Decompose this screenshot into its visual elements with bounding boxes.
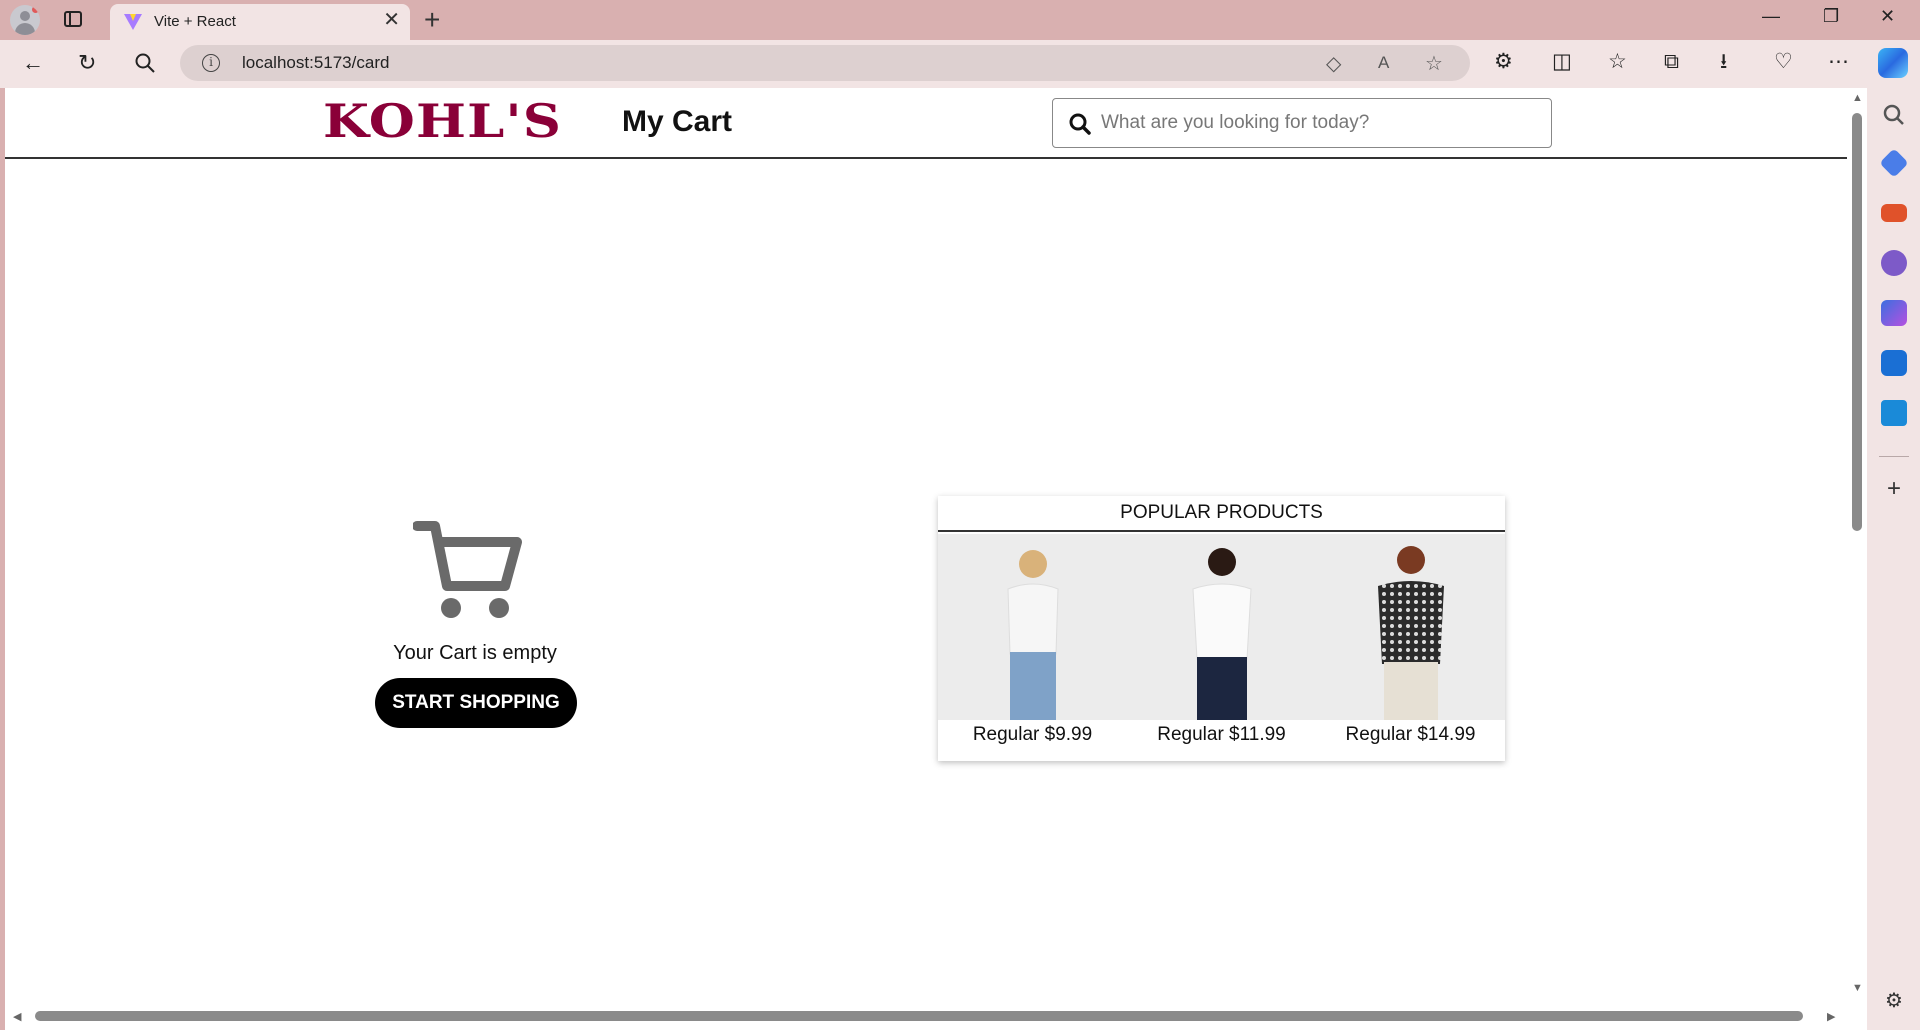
scroll-left-arrow[interactable]: ◀ bbox=[13, 1010, 21, 1023]
vertical-scrollbar[interactable]: ▲ ▼ bbox=[1847, 88, 1867, 1000]
scroll-down-arrow[interactable]: ▼ bbox=[1852, 982, 1863, 994]
downloads-icon[interactable]: ⭳ bbox=[1720, 49, 1727, 75]
add-sidebar-app-icon[interactable]: + bbox=[1881, 476, 1907, 502]
browser-toolbar: ← ↻ i localhost:5173/card ◇ A ☆ ⚙ ◫ ☆ ⧉ … bbox=[0, 40, 1920, 88]
send-drop-icon[interactable] bbox=[1881, 400, 1907, 426]
sidebar-search-icon[interactable] bbox=[1881, 102, 1907, 128]
games-icon[interactable] bbox=[1881, 250, 1907, 276]
product-image[interactable] bbox=[1127, 534, 1316, 720]
kohls-logo[interactable]: KOHL'S bbox=[323, 94, 562, 148]
vertical-scroll-thumb[interactable] bbox=[1852, 113, 1862, 531]
refresh-icon[interactable]: ↻ bbox=[78, 50, 96, 76]
favorite-star-icon[interactable]: ☆ bbox=[1425, 51, 1443, 76]
scroll-up-arrow[interactable]: ▲ bbox=[1852, 92, 1863, 104]
product-card[interactable]: Regular $9.99 bbox=[938, 534, 1127, 761]
product-card[interactable]: Regular $14.99 bbox=[1316, 534, 1505, 761]
read-aloud-icon[interactable]: A bbox=[1378, 53, 1389, 73]
tab-close-icon[interactable]: ✕ bbox=[383, 10, 400, 30]
product-image[interactable] bbox=[938, 534, 1127, 720]
product-price: Regular $9.99 bbox=[972, 724, 1093, 745]
coupon-tag-icon[interactable]: ◇ bbox=[1326, 51, 1341, 76]
vite-favicon-icon bbox=[124, 14, 142, 30]
shopping-tag-icon[interactable] bbox=[1879, 148, 1909, 178]
site-info-icon[interactable]: i bbox=[202, 54, 220, 72]
sidebar-divider bbox=[1879, 456, 1909, 457]
url-text: localhost:5173/card bbox=[242, 53, 390, 72]
shopping-cart-icon bbox=[413, 521, 522, 618]
extensions-icon[interactable]: ⚙ bbox=[1494, 49, 1513, 75]
search-page-icon[interactable] bbox=[134, 52, 156, 74]
microsoft-365-icon[interactable] bbox=[1881, 300, 1907, 326]
product-image[interactable] bbox=[1316, 534, 1505, 720]
search-box[interactable] bbox=[1052, 98, 1552, 148]
copilot-icon[interactable] bbox=[1878, 48, 1908, 78]
popular-products-panel: POPULAR PRODUCTS Regular $9.99 Regular $… bbox=[938, 496, 1505, 761]
start-shopping-button[interactable]: START SHOPPING bbox=[375, 678, 577, 728]
sidebar-settings-icon[interactable]: ⚙ bbox=[1881, 988, 1907, 1014]
address-bar[interactable]: i localhost:5173/card ◇ A ☆ bbox=[180, 45, 1470, 81]
browser-title-bar: Vite + React ✕ + — ❐ ✕ bbox=[0, 0, 1920, 40]
search-icon bbox=[1069, 113, 1091, 135]
site-header: KOHL'S My Cart bbox=[5, 88, 1847, 159]
collections-icon[interactable]: ⧉ bbox=[1664, 49, 1679, 75]
product-price: Regular $14.99 bbox=[1345, 724, 1476, 745]
popular-products-title: POPULAR PRODUCTS bbox=[938, 496, 1505, 532]
horizontal-scroll-thumb[interactable] bbox=[35, 1011, 1803, 1021]
minimize-button[interactable]: — bbox=[1762, 6, 1780, 27]
more-options-icon[interactable]: ⋯ bbox=[1828, 49, 1849, 75]
page-title: My Cart bbox=[622, 105, 733, 138]
tools-briefcase-icon[interactable] bbox=[1881, 204, 1907, 222]
browser-tab[interactable]: Vite + React ✕ bbox=[110, 4, 410, 40]
performance-icon[interactable]: ♡ bbox=[1774, 49, 1793, 75]
split-screen-icon[interactable]: ◫ bbox=[1552, 49, 1572, 75]
horizontal-scrollbar[interactable]: ◀ ▶ bbox=[5, 1000, 1847, 1030]
restore-button[interactable]: ❐ bbox=[1823, 6, 1839, 27]
favorites-icon[interactable]: ☆ bbox=[1608, 49, 1627, 75]
back-arrow-icon[interactable]: ← bbox=[22, 50, 44, 76]
new-tab-button[interactable]: + bbox=[424, 4, 440, 36]
tab-actions-icon[interactable] bbox=[64, 11, 82, 27]
search-input[interactable] bbox=[1101, 107, 1541, 139]
scroll-right-arrow[interactable]: ▶ bbox=[1827, 1010, 1835, 1023]
empty-cart-message: Your Cart is empty bbox=[393, 642, 557, 664]
profile-avatar[interactable] bbox=[10, 5, 40, 35]
close-window-button[interactable]: ✕ bbox=[1880, 6, 1895, 27]
tab-title: Vite + React bbox=[154, 13, 236, 30]
edge-sidebar: + ⚙ bbox=[1867, 88, 1920, 1030]
page-viewport: KOHL'S My Cart Your Cart is empty START … bbox=[5, 88, 1867, 1030]
product-price: Regular $11.99 bbox=[1157, 724, 1286, 745]
outlook-icon[interactable] bbox=[1881, 350, 1907, 376]
product-card[interactable]: Regular $11.99 bbox=[1127, 534, 1316, 761]
